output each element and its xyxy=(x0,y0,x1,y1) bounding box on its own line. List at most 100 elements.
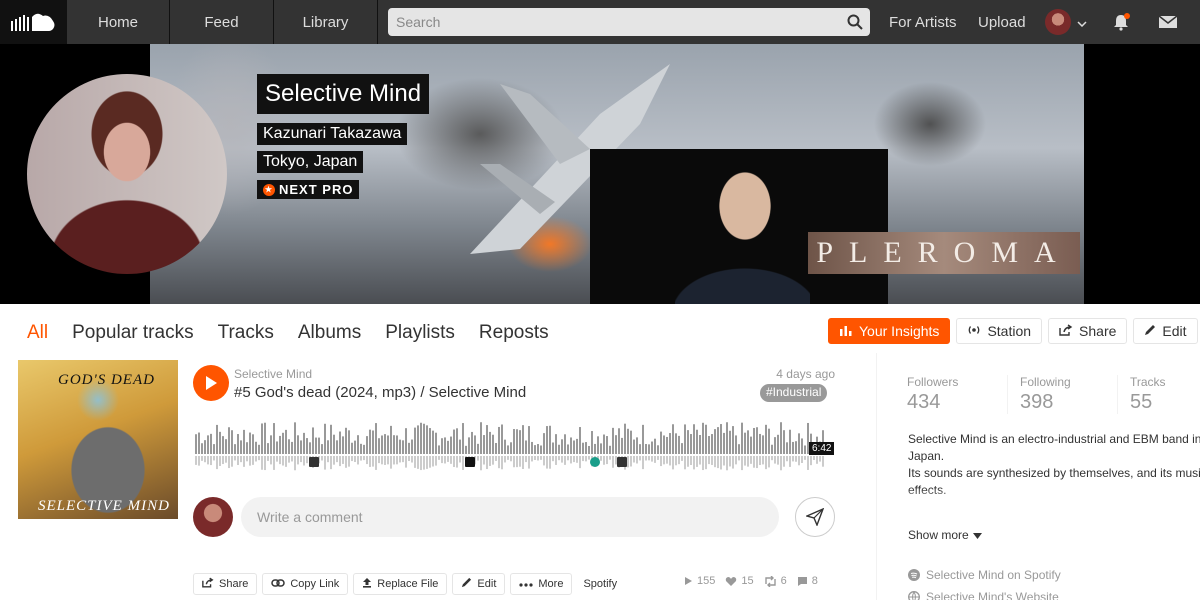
copy-link-button[interactable]: Copy Link xyxy=(262,573,349,595)
comment-icon xyxy=(797,576,807,586)
waveform[interactable] xyxy=(193,414,835,476)
comment-avatar xyxy=(193,497,233,537)
followers-count: 434 xyxy=(907,391,941,413)
following-label: Following xyxy=(1020,375,1071,389)
track-stats: 155 15 6 8 xyxy=(684,575,818,587)
website-link[interactable]: Selective Mind's Website xyxy=(908,586,1061,600)
station-label: Station xyxy=(987,323,1032,339)
likes-stat[interactable]: 15 xyxy=(725,575,754,587)
play-button[interactable] xyxy=(193,365,229,401)
following-count: 398 xyxy=(1020,391,1054,413)
more-button[interactable]: More xyxy=(510,573,573,595)
waveform-comment-marker[interactable] xyxy=(590,457,600,467)
comments-stat[interactable]: 8 xyxy=(797,575,818,587)
spotify-label[interactable]: Spotify xyxy=(577,578,617,590)
replace-file-button[interactable]: Replace File xyxy=(353,573,448,595)
your-insights-button[interactable]: Your Insights xyxy=(828,318,951,344)
share-icon xyxy=(1059,323,1073,339)
comments-count: 8 xyxy=(811,575,818,587)
more-dots-icon xyxy=(519,578,533,590)
waveform-comment-marker[interactable] xyxy=(465,457,475,467)
search-input[interactable] xyxy=(388,14,840,30)
track-share-button[interactable]: Share xyxy=(193,573,258,595)
tracks-stat[interactable]: Tracks 55 xyxy=(1117,375,1200,414)
copy-link-label: Copy Link xyxy=(290,578,340,590)
your-insights-label: Your Insights xyxy=(859,323,940,339)
genre-tag[interactable]: #Industrial xyxy=(760,384,828,402)
plays-count: 155 xyxy=(697,575,716,587)
profile-links: Selective Mind on Spotify Selective Mind… xyxy=(908,564,1061,600)
send-icon xyxy=(806,508,824,526)
profile-actions: Your Insights Station Share Edit xyxy=(828,318,1198,344)
profile-tabs: All Popular tracks Tracks Albums Playlis… xyxy=(27,322,549,344)
waveform-comment-marker[interactable] xyxy=(617,457,627,467)
profile-location: Tokyo, Japan xyxy=(257,151,364,173)
share-icon xyxy=(202,577,214,591)
show-more-button[interactable]: Show more xyxy=(908,528,982,542)
track-title[interactable]: #5 God's dead (2024, mp3) / Selective Mi… xyxy=(234,384,526,401)
nav-feed[interactable]: Feed xyxy=(170,0,274,44)
search-box xyxy=(388,8,870,36)
track-artwork[interactable]: GOD'S DEAD SELECTIVE MIND xyxy=(18,360,178,519)
edit-button[interactable]: Edit xyxy=(1133,318,1198,344)
website-link-label: Selective Mind's Website xyxy=(926,590,1059,600)
messages-mail-icon[interactable] xyxy=(1158,0,1178,44)
track-edit-button[interactable]: Edit xyxy=(452,573,506,595)
plays-stat: 155 xyxy=(684,575,715,587)
replace-file-label: Replace File xyxy=(377,578,439,590)
search-icon[interactable] xyxy=(840,14,870,30)
comment-input[interactable] xyxy=(241,497,779,537)
likes-count: 15 xyxy=(741,575,754,587)
spotify-link[interactable]: Selective Mind on Spotify xyxy=(908,564,1061,586)
artwork-artist-text: SELECTIVE MIND xyxy=(38,498,170,514)
caret-down-icon xyxy=(972,528,982,542)
pro-badge-label: NEXT PRO xyxy=(279,182,354,197)
spotify-link-label: Selective Mind on Spotify xyxy=(926,568,1061,582)
pencil-icon xyxy=(461,577,472,591)
pencil-icon xyxy=(1144,323,1156,339)
soundcloud-logo-icon[interactable] xyxy=(0,0,66,44)
nav-upload[interactable]: Upload xyxy=(978,0,1026,44)
nav-for-artists[interactable]: For Artists xyxy=(889,0,957,44)
globe-icon xyxy=(908,591,920,600)
profile-banner: PLEROMA Selective Mind Kazunari Takazawa… xyxy=(0,44,1200,304)
profile-name: Selective Mind xyxy=(257,74,430,114)
profile-avatar[interactable] xyxy=(27,74,227,274)
bio-line: Selective Mind is an electro-industrial … xyxy=(908,432,1200,463)
station-button[interactable]: Station xyxy=(956,318,1043,344)
nav-home[interactable]: Home xyxy=(66,0,170,44)
followers-stat[interactable]: Followers 434 xyxy=(907,375,1007,414)
artwork-title-text: GOD'S DEAD xyxy=(58,372,155,388)
share-button[interactable]: Share xyxy=(1048,318,1128,344)
tab-popular-tracks[interactable]: Popular tracks xyxy=(72,322,193,344)
upload-icon xyxy=(362,577,372,591)
station-icon xyxy=(967,323,981,339)
tab-tracks[interactable]: Tracks xyxy=(218,322,274,344)
tab-reposts[interactable]: Reposts xyxy=(479,322,549,344)
spotify-icon xyxy=(908,569,920,581)
bar-chart-icon xyxy=(839,323,853,339)
profile-sidebar: Followers 434 Following 398 Tracks 55 Se… xyxy=(876,353,1200,600)
track-edit-label: Edit xyxy=(477,578,497,590)
profile-stats: Followers 434 Following 398 Tracks 55 xyxy=(907,375,1200,414)
share-label: Share xyxy=(1079,323,1117,339)
track-user[interactable]: Selective Mind xyxy=(234,367,312,381)
heart-icon xyxy=(726,576,737,586)
tab-all[interactable]: All xyxy=(27,322,48,344)
notifications-bell-icon[interactable] xyxy=(1112,0,1130,44)
bio-fade xyxy=(908,488,1200,512)
nav-library[interactable]: Library xyxy=(274,0,378,44)
following-stat[interactable]: Following 398 xyxy=(1007,375,1117,414)
more-label: More xyxy=(538,578,564,590)
repost-icon xyxy=(764,575,776,587)
track-date: 4 days ago xyxy=(776,367,835,381)
avatar xyxy=(1045,9,1071,35)
waveform-comment-marker[interactable] xyxy=(309,457,319,467)
tab-playlists[interactable]: Playlists xyxy=(385,322,455,344)
tab-albums[interactable]: Albums xyxy=(298,322,361,344)
reposts-stat[interactable]: 6 xyxy=(764,575,787,587)
play-icon xyxy=(206,376,217,390)
play-count-icon xyxy=(685,577,692,585)
user-menu[interactable] xyxy=(1045,0,1087,44)
send-comment-button[interactable] xyxy=(795,497,835,537)
